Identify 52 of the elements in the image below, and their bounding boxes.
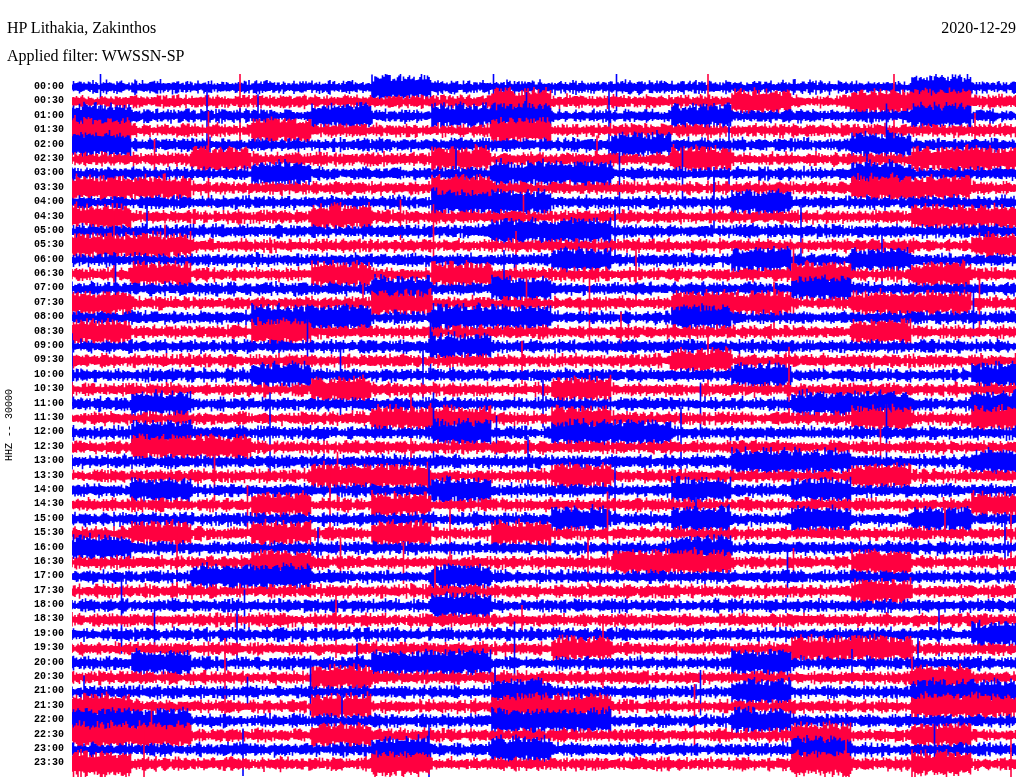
time-label: 14:00 bbox=[34, 482, 64, 497]
time-label: 13:00 bbox=[34, 454, 64, 469]
time-label: 18:30 bbox=[34, 612, 64, 627]
time-label: 03:00 bbox=[34, 166, 64, 181]
time-label: 08:00 bbox=[34, 310, 64, 325]
time-label: 05:30 bbox=[34, 238, 64, 253]
time-label: 23:00 bbox=[34, 741, 64, 756]
time-label: 01:30 bbox=[34, 123, 64, 138]
time-label: 22:30 bbox=[34, 727, 64, 742]
time-label: 00:00 bbox=[34, 80, 64, 94]
time-label: 18:00 bbox=[34, 598, 64, 613]
station-title: HP Lithakia, Zakinthos bbox=[7, 18, 157, 38]
date-label: 2020-12-29 bbox=[941, 18, 1016, 38]
time-label: 09:30 bbox=[34, 353, 64, 368]
time-label: 04:30 bbox=[34, 209, 64, 224]
time-label: 00:30 bbox=[34, 94, 64, 109]
filter-label: Applied filter: WWSSN-SP bbox=[7, 46, 185, 67]
time-label: 22:00 bbox=[34, 713, 64, 728]
time-label: 17:00 bbox=[34, 569, 64, 584]
time-label: 19:30 bbox=[34, 641, 64, 656]
time-label: 10:00 bbox=[34, 367, 64, 382]
time-label: 12:00 bbox=[34, 425, 64, 440]
time-label: 17:30 bbox=[34, 583, 64, 598]
time-label: 10:30 bbox=[34, 382, 64, 397]
time-label: 15:30 bbox=[34, 526, 64, 541]
time-label: 11:00 bbox=[34, 396, 64, 411]
time-label: 20:00 bbox=[34, 655, 64, 670]
time-label: 20:30 bbox=[34, 670, 64, 684]
time-label: 21:00 bbox=[34, 684, 64, 699]
time-label: 16:00 bbox=[34, 540, 64, 555]
axis-label: HHZ -- 30000 bbox=[3, 389, 15, 462]
time-label: 08:30 bbox=[34, 324, 64, 339]
time-label: 11:30 bbox=[34, 411, 64, 425]
time-label: 19:00 bbox=[34, 626, 64, 641]
time-label: 05:00 bbox=[34, 223, 64, 238]
time-label: 04:00 bbox=[34, 195, 64, 210]
time-label: 14:30 bbox=[34, 497, 64, 512]
time-label: 16:30 bbox=[34, 554, 64, 569]
time-label: 02:00 bbox=[34, 137, 64, 152]
time-label: 12:30 bbox=[34, 439, 64, 454]
time-label: 07:00 bbox=[34, 281, 64, 296]
time-label: 09:00 bbox=[34, 339, 64, 354]
time-label: 15:00 bbox=[34, 511, 64, 526]
time-label: 03:30 bbox=[34, 180, 64, 195]
time-label: 01:00 bbox=[34, 108, 64, 123]
time-label: 23:30 bbox=[34, 756, 64, 771]
time-label: 13:30 bbox=[34, 468, 64, 483]
time-label: 06:00 bbox=[34, 252, 64, 267]
time-label: 07:30 bbox=[34, 295, 64, 310]
time-label: 21:30 bbox=[34, 698, 64, 713]
time-label: 02:30 bbox=[34, 151, 64, 166]
time-label: 06:30 bbox=[34, 267, 64, 282]
